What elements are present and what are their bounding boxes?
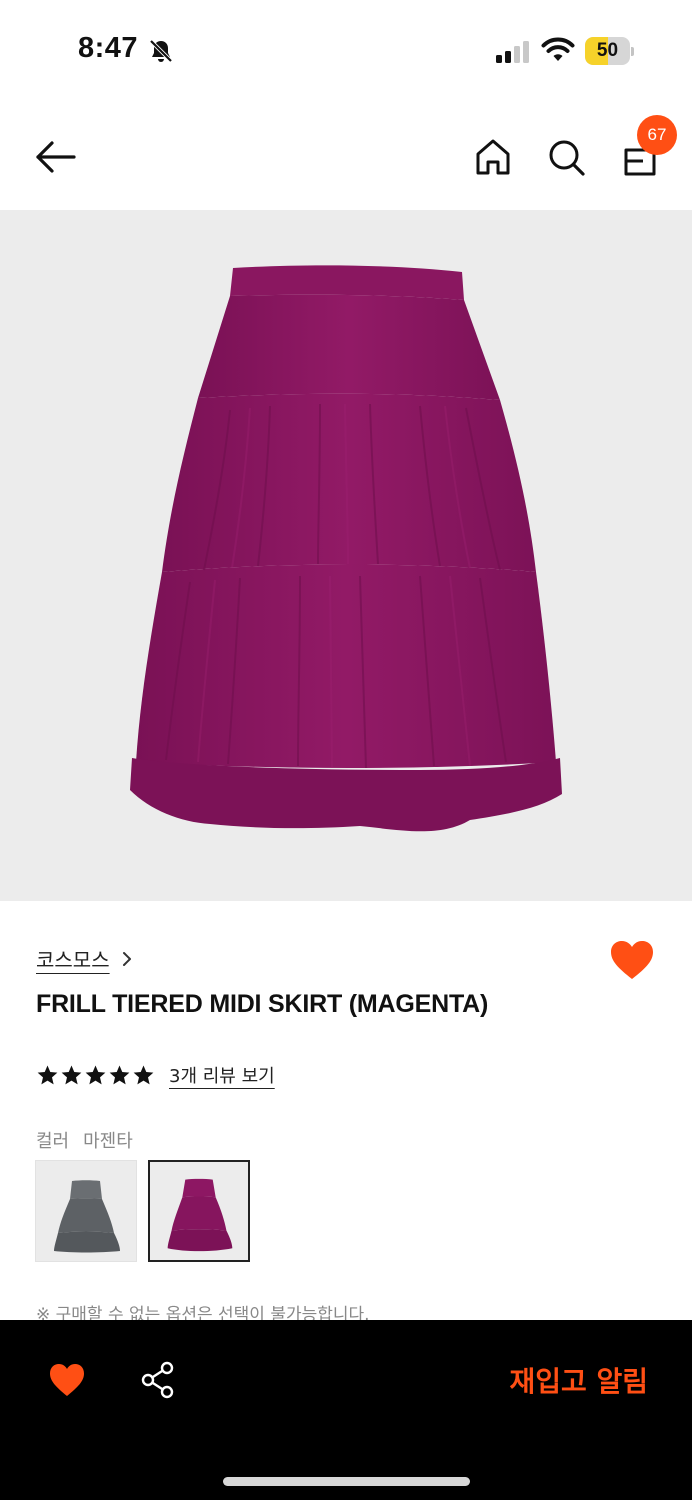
star-icon: [109, 1064, 130, 1084]
product-image[interactable]: [0, 210, 692, 901]
star-icon: [37, 1064, 58, 1084]
cart-count-badge: 67: [637, 115, 677, 155]
star-icon: [85, 1064, 106, 1084]
magenta-skirt-thumbnail: [167, 1178, 233, 1252]
review-link[interactable]: 3개 리뷰 보기: [169, 1062, 275, 1088]
rating: 3개 리뷰 보기: [36, 1062, 275, 1088]
home-indicator[interactable]: [223, 1477, 470, 1486]
star-rating: [36, 1064, 155, 1087]
wifi-icon: [541, 37, 575, 61]
brand-name: 코스모스: [36, 948, 110, 972]
arrow-left-icon[interactable]: [28, 132, 84, 182]
swatch-magenta[interactable]: [148, 1160, 250, 1262]
home-icon[interactable]: [470, 134, 516, 180]
battery-icon: 50: [585, 37, 634, 65]
chevron-right-icon: [122, 951, 131, 966]
signal-icon: [496, 41, 529, 63]
swatch-gray[interactable]: [35, 1160, 137, 1262]
color-label: 컬러: [36, 1131, 70, 1152]
share-icon[interactable]: [138, 1360, 178, 1400]
brand-link[interactable]: 코스모스: [36, 944, 134, 973]
heart-icon[interactable]: [48, 1362, 86, 1398]
bell-slash-icon: [149, 39, 173, 63]
status-bar: 8:47 50: [0, 0, 692, 104]
heart-icon[interactable]: [608, 938, 656, 982]
battery-level: 50: [596, 40, 619, 61]
skirt-image: [130, 265, 562, 832]
search-icon[interactable]: [543, 134, 589, 180]
status-time: 8:47: [78, 32, 139, 64]
restock-alert-button[interactable]: 재입고 알림: [452, 1360, 648, 1404]
gray-skirt-thumbnail: [54, 1180, 120, 1253]
star-icon: [133, 1064, 154, 1084]
color-option-label: 컬러 마젠타: [36, 1127, 133, 1153]
color-value: 마젠타: [83, 1131, 133, 1152]
bottom-action-bar: 재입고 알림: [0, 1320, 692, 1500]
star-icon: [61, 1064, 82, 1084]
product-title: FRILL TIERED MIDI SKIRT (MAGENTA): [36, 990, 489, 1018]
nav-bar: [0, 104, 692, 210]
